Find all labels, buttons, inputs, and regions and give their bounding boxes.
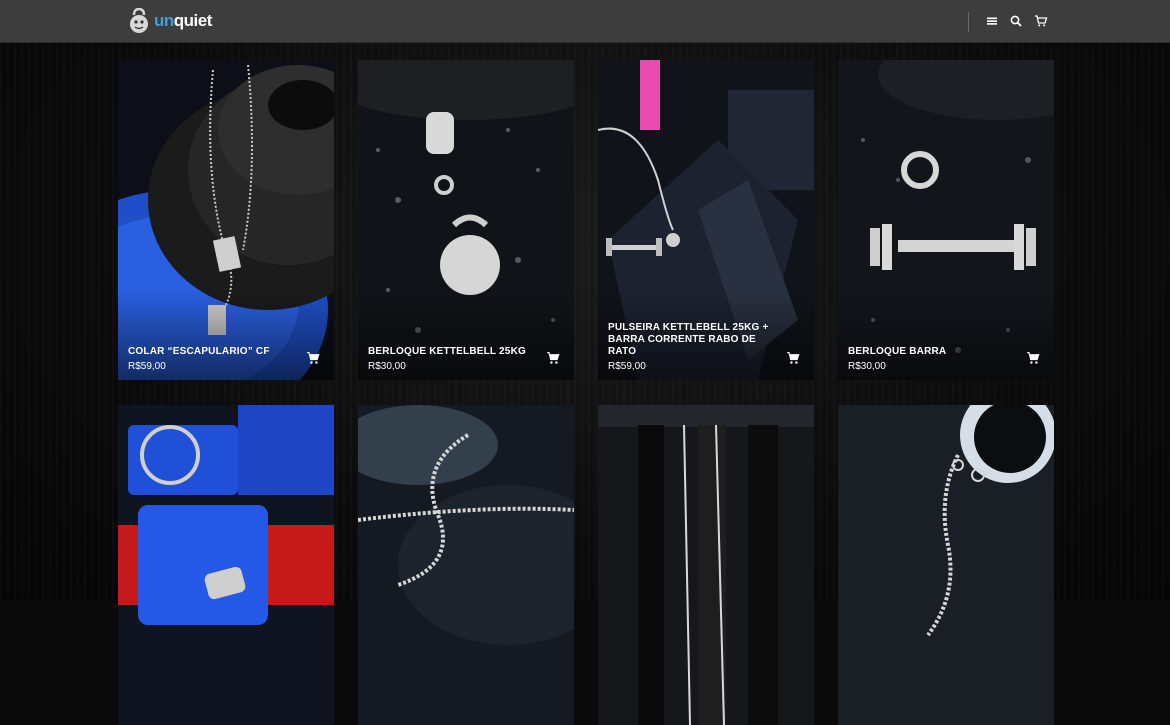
brand-wordmark: unquiet	[154, 11, 212, 30]
kettlebell-logo-icon	[128, 7, 150, 34]
product-card[interactable]: BERLOQUE BARRA R$30,00	[838, 60, 1054, 380]
product-card[interactable]	[838, 405, 1054, 725]
add-to-cart-icon[interactable]	[1026, 351, 1040, 365]
header-divider	[968, 12, 969, 32]
product-photo	[118, 405, 334, 725]
product-title[interactable]: PULSEIRA KETTLEBELL 25KG + BARRA CORRENT…	[608, 322, 778, 358]
top-navigation-bar: unquiet	[0, 0, 1170, 42]
product-title[interactable]: BERLOQUE BARRA	[848, 346, 1018, 358]
search-icon[interactable]	[1009, 14, 1023, 28]
product-price: R$59,00	[608, 361, 646, 372]
product-card[interactable]: COLAR “ESCAPULARIO” CF R$59,00	[118, 60, 334, 380]
menu-icon[interactable]	[985, 14, 999, 28]
product-card[interactable]: BERLOQUE KETTELBELL 25KG R$30,00	[358, 60, 574, 380]
product-card[interactable]	[118, 405, 334, 725]
product-price: R$30,00	[368, 361, 406, 372]
add-to-cart-icon[interactable]	[546, 351, 560, 365]
add-to-cart-icon[interactable]	[786, 351, 800, 365]
cart-icon[interactable]	[1034, 14, 1048, 28]
product-title[interactable]: COLAR “ESCAPULARIO” CF	[128, 346, 298, 358]
product-card[interactable]	[598, 405, 814, 725]
product-card[interactable]: PULSEIRA KETTLEBELL 25KG + BARRA CORRENT…	[598, 60, 814, 380]
brand-logo[interactable]: unquiet	[128, 7, 212, 35]
product-price: R$59,00	[128, 361, 166, 372]
product-photo	[838, 405, 1054, 725]
product-title[interactable]: BERLOQUE KETTELBELL 25KG	[368, 346, 538, 358]
product-card[interactable]	[358, 405, 574, 725]
product-price: R$30,00	[848, 361, 886, 372]
product-photo	[598, 405, 814, 725]
add-to-cart-icon[interactable]	[306, 351, 320, 365]
product-photo	[358, 405, 574, 725]
